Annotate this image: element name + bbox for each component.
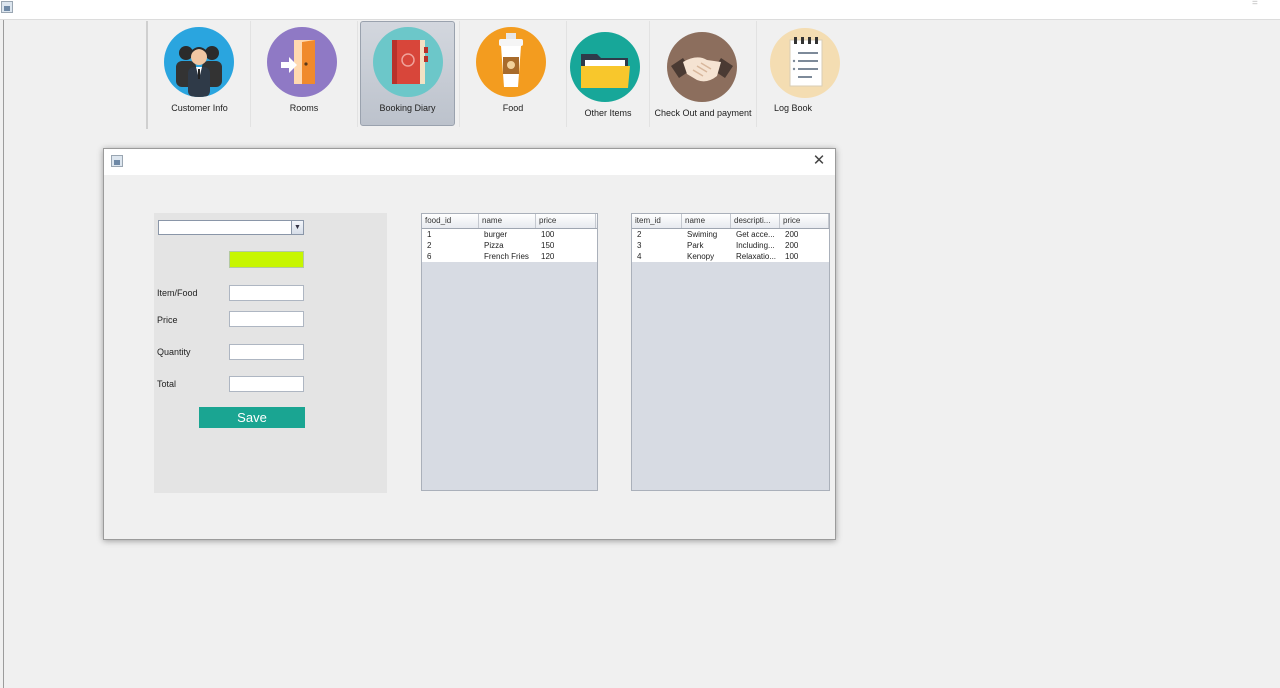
price-label: Price bbox=[157, 315, 178, 325]
table-row[interactable]: 2 Swiming Get acce... 200 bbox=[632, 229, 829, 240]
total-label: Total bbox=[157, 379, 177, 389]
toolbar-label-rooms: Rooms bbox=[289, 103, 319, 113]
toolbar-other-items-button[interactable]: Other Items bbox=[568, 21, 648, 127]
food-table-header: food_id name price bbox=[422, 214, 597, 229]
toolbar-separator bbox=[250, 21, 251, 127]
cell: Pizza bbox=[484, 241, 504, 250]
toolbar-label-booking-diary: Booking Diary bbox=[379, 103, 436, 113]
cell: Including... bbox=[736, 241, 775, 250]
java-app-icon bbox=[111, 155, 123, 167]
table-row[interactable]: 2 Pizza 150 bbox=[422, 240, 597, 251]
cell: 120 bbox=[541, 252, 555, 261]
toolbar-booking-diary-button[interactable]: Booking Diary bbox=[360, 21, 455, 126]
cell: 6 bbox=[427, 252, 432, 261]
door-icon bbox=[267, 27, 337, 97]
dialog-titlebar: ✕ bbox=[104, 149, 835, 175]
cell: 2 bbox=[637, 230, 642, 239]
window-titlebar: = bbox=[0, 0, 1280, 20]
quantity-field[interactable] bbox=[229, 344, 304, 360]
toolbar-label-customer-info: Customer Info bbox=[171, 103, 228, 113]
toolbar-separator bbox=[566, 21, 567, 127]
quantity-label: Quantity bbox=[157, 347, 191, 357]
toolbar-food-button[interactable]: Food bbox=[461, 21, 565, 127]
items-table-header: item_id name descripti... price bbox=[632, 214, 829, 229]
table-row[interactable]: 3 Park Including... 200 bbox=[632, 240, 829, 251]
close-icon[interactable]: ✕ bbox=[812, 153, 826, 168]
window-left-border bbox=[3, 20, 4, 688]
cell: 4 bbox=[637, 252, 642, 261]
folder-icon bbox=[570, 32, 640, 102]
cell: French Fries bbox=[484, 252, 529, 261]
food-table: food_id name price 1 burger 100 2 Pizza … bbox=[421, 213, 598, 491]
customer-info-icon bbox=[164, 27, 234, 97]
other-items-table: item_id name descripti... price 2 Swimin… bbox=[631, 213, 830, 491]
cell: 2 bbox=[427, 241, 432, 250]
item-food-field[interactable] bbox=[229, 285, 304, 301]
chevron-down-icon[interactable]: ▼ bbox=[291, 221, 303, 234]
toolbar-separator bbox=[357, 21, 358, 127]
toolbar-label-food: Food bbox=[502, 103, 524, 113]
cell: burger bbox=[484, 230, 508, 239]
cell: Park bbox=[687, 241, 704, 250]
cell: 3 bbox=[637, 241, 642, 250]
toolbar-checkout-payment-button[interactable]: Check Out and payment bbox=[651, 21, 755, 127]
handshake-icon bbox=[667, 32, 737, 102]
items-col-description[interactable]: descripti... bbox=[731, 214, 780, 228]
booking-dialog: ✕ ▼ Item/Food Price Quantity Total Save … bbox=[103, 148, 836, 540]
status-indicator bbox=[229, 251, 304, 268]
table-row[interactable]: 4 Kenopy Relaxatio... 100 bbox=[632, 251, 829, 262]
price-field[interactable] bbox=[229, 311, 304, 327]
cell: Relaxatio... bbox=[736, 252, 777, 261]
cell: Get acce... bbox=[736, 230, 775, 239]
item-type-combobox[interactable]: ▼ bbox=[158, 220, 304, 235]
items-col-id[interactable]: item_id bbox=[632, 214, 682, 228]
item-food-label: Item/Food bbox=[157, 288, 198, 298]
toolbar-rooms-button[interactable]: Rooms bbox=[252, 21, 356, 127]
cell: 150 bbox=[541, 241, 555, 250]
items-col-price[interactable]: price bbox=[780, 214, 829, 228]
food-col-name[interactable]: name bbox=[479, 214, 536, 228]
toolbar-log-book-button[interactable]: Log Book bbox=[758, 21, 840, 127]
toolbar-separator bbox=[649, 21, 650, 127]
java-app-icon bbox=[1, 1, 13, 13]
cell: Kenopy bbox=[687, 252, 715, 261]
food-col-id[interactable]: food_id bbox=[422, 214, 479, 228]
cell: 200 bbox=[785, 241, 799, 250]
main-toolbar: Customer Info Rooms Booking Diary Food O… bbox=[146, 21, 840, 129]
item-form-panel: ▼ Item/Food Price Quantity Total Save bbox=[154, 213, 387, 493]
food-col-price[interactable]: price bbox=[536, 214, 596, 228]
items-col-name[interactable]: name bbox=[682, 214, 731, 228]
table-row[interactable]: 6 French Fries 120 bbox=[422, 251, 597, 262]
diary-book-icon bbox=[373, 27, 443, 97]
total-field[interactable] bbox=[229, 376, 304, 392]
cell: Swiming bbox=[687, 230, 718, 239]
cell: 1 bbox=[427, 230, 432, 239]
cell: 100 bbox=[785, 252, 799, 261]
minimize-icon[interactable]: = bbox=[1252, 0, 1262, 9]
coffee-cup-icon bbox=[476, 27, 546, 97]
toolbar-separator bbox=[756, 21, 757, 127]
notepad-icon bbox=[770, 28, 840, 98]
cell: 100 bbox=[541, 230, 555, 239]
toolbar-label-log-book: Log Book bbox=[773, 103, 813, 113]
cell: 200 bbox=[785, 230, 799, 239]
toolbar-customer-info-button[interactable]: Customer Info bbox=[150, 21, 249, 127]
toolbar-label-other-items: Other Items bbox=[584, 108, 632, 118]
toolbar-separator bbox=[459, 21, 460, 127]
table-row[interactable]: 1 burger 100 bbox=[422, 229, 597, 240]
save-button[interactable]: Save bbox=[199, 407, 305, 428]
toolbar-label-checkout-payment: Check Out and payment bbox=[654, 108, 752, 118]
